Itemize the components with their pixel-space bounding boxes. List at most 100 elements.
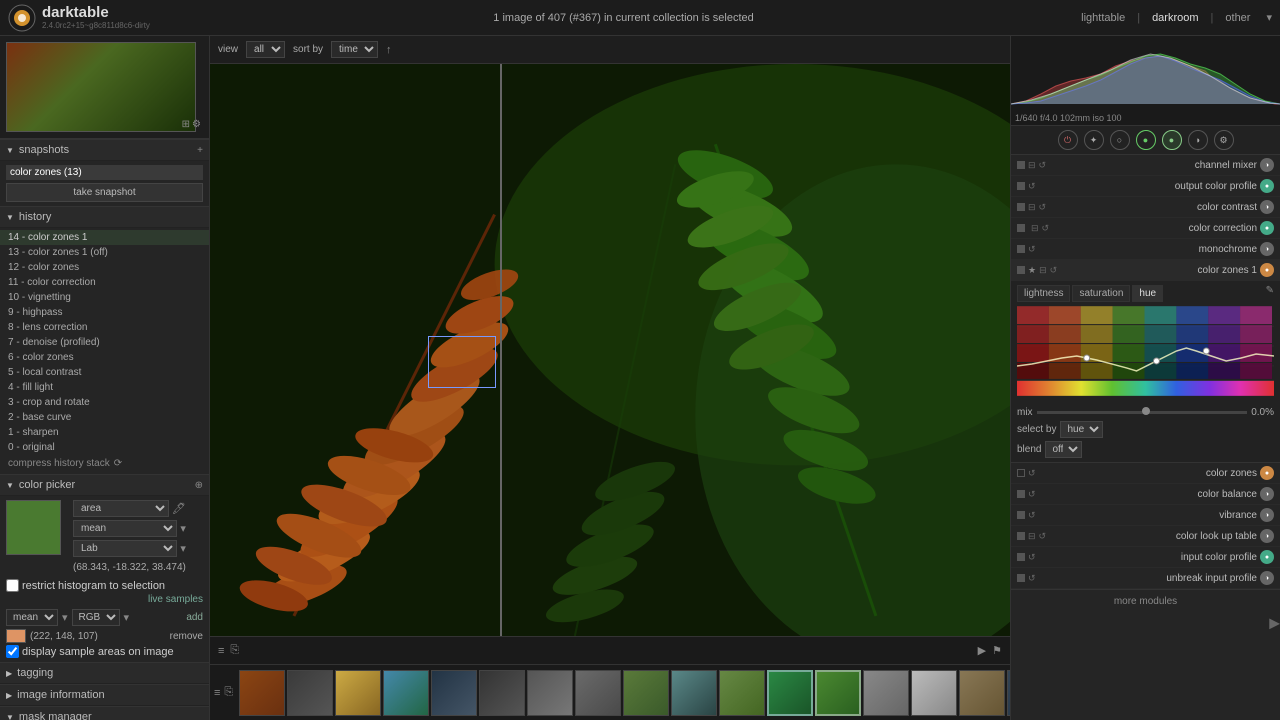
- history-item-0[interactable]: 14 - color zones 1: [0, 230, 209, 245]
- mask-manager-header[interactable]: ▼ mask manager: [0, 706, 209, 720]
- history-item-1[interactable]: 13 - color zones 1 (off): [0, 245, 209, 260]
- color-picker-settings-icon[interactable]: ⊕: [195, 480, 203, 491]
- film-thumb-5[interactable]: [431, 670, 477, 716]
- module-reset-color-zones-icon[interactable]: ↺: [1028, 468, 1036, 479]
- history-item-8[interactable]: 6 - color zones: [0, 350, 209, 365]
- film-thumb-1[interactable]: [239, 670, 285, 716]
- mix-slider-thumb[interactable]: [1142, 407, 1150, 415]
- film-thumb-2[interactable]: [287, 670, 333, 716]
- film-thumb-4[interactable]: [383, 670, 429, 716]
- blend-select[interactable]: off: [1045, 441, 1082, 458]
- module-name-vibrance[interactable]: vibrance: [1039, 510, 1257, 521]
- filmstrip-menu-icon[interactable]: ≡: [214, 687, 220, 699]
- color-picker-area-select[interactable]: area: [73, 500, 169, 517]
- nav-darkroom[interactable]: darkroom: [1148, 10, 1202, 26]
- color-picker-mean-select[interactable]: mean: [73, 520, 177, 537]
- module-reset-color-balance-icon[interactable]: ↺: [1028, 489, 1036, 500]
- module-reset-color-lut-icon[interactable]: ↺: [1039, 531, 1047, 542]
- module-icon-color-look-up-table[interactable]: ◑: [1260, 529, 1274, 543]
- module-power-icon[interactable]: ⏻: [1058, 130, 1078, 150]
- history-header[interactable]: ▼ history: [0, 206, 209, 228]
- module-reset-color-contrast-icon[interactable]: ↺: [1039, 202, 1047, 213]
- module-reset-color-correction-icon[interactable]: ↺: [1042, 223, 1050, 234]
- bottom-play-icon[interactable]: ▶: [978, 644, 986, 657]
- module-name-color-balance[interactable]: color balance: [1039, 489, 1257, 500]
- history-item-3[interactable]: 11 - color correction: [0, 275, 209, 290]
- module-icon-channel-mixer[interactable]: ◑: [1260, 158, 1274, 172]
- color-picker-lab-select[interactable]: Lab: [73, 540, 177, 557]
- display-sample-checkbox[interactable]: [6, 645, 19, 658]
- module-circle-icon[interactable]: ○: [1110, 130, 1130, 150]
- module-icon-output-color-profile[interactable]: ●: [1260, 179, 1274, 193]
- film-thumb-14[interactable]: [863, 670, 909, 716]
- film-thumb-10[interactable]: [671, 670, 717, 716]
- module-reset-channel-mixer-icon[interactable]: ↺: [1039, 160, 1047, 171]
- sort-direction-icon[interactable]: ↑: [386, 44, 392, 56]
- history-item-6[interactable]: 8 - lens correction: [0, 320, 209, 335]
- history-item-11[interactable]: 3 - crop and rotate: [0, 395, 209, 410]
- film-thumb-8[interactable]: [575, 670, 621, 716]
- module-name-color-contrast[interactable]: color contrast: [1049, 202, 1257, 213]
- nav-chevron-icon[interactable]: ▾: [1266, 11, 1272, 24]
- module-enable-unbreak-input-profile[interactable]: [1017, 574, 1025, 582]
- color-zones-edit-icon[interactable]: ✎: [1266, 285, 1274, 302]
- module-enable-output-color-profile[interactable]: [1017, 182, 1025, 190]
- module-icon-unbreak-input-profile[interactable]: ◑: [1260, 571, 1274, 585]
- module-name-color-zones[interactable]: color zones: [1039, 468, 1257, 479]
- film-thumb-11[interactable]: [719, 670, 765, 716]
- sort-select[interactable]: time: [331, 41, 378, 58]
- history-item-13[interactable]: 1 - sharpen: [0, 425, 209, 440]
- select-by-select[interactable]: hue: [1060, 421, 1103, 438]
- color-picker-eyedropper-icon[interactable]: 🖊: [172, 502, 186, 515]
- thumb-expand-icon[interactable]: ⊞: [182, 119, 190, 130]
- module-multi-icon-color-lut[interactable]: ⊟: [1028, 531, 1036, 542]
- filmstrip-copy-icon[interactable]: ⎘: [224, 686, 233, 699]
- film-thumb-3[interactable]: [335, 670, 381, 716]
- history-item-9[interactable]: 5 - local contrast: [0, 365, 209, 380]
- color-picker-header[interactable]: ▼ color picker ⊕: [0, 474, 209, 496]
- module-name-color-correction[interactable]: color correction: [1052, 223, 1257, 234]
- module-reset-output-color-profile-icon[interactable]: ↺: [1028, 181, 1036, 192]
- module-enable-color-look-up-table[interactable]: [1017, 532, 1025, 540]
- thumb-settings-icon[interactable]: ⚙: [192, 119, 201, 130]
- add-sample-label[interactable]: add: [186, 612, 203, 623]
- filmstrip-icon[interactable]: ≡: [218, 645, 224, 657]
- view-select[interactable]: all: [246, 41, 285, 58]
- nav-other[interactable]: other: [1221, 10, 1254, 26]
- tab-saturation[interactable]: saturation: [1072, 285, 1130, 302]
- module-reset-monochrome-icon[interactable]: ↺: [1028, 244, 1036, 255]
- film-thumb-15[interactable]: [911, 670, 957, 716]
- module-reset-vibrance-icon[interactable]: ↺: [1028, 510, 1036, 521]
- compress-history-stack[interactable]: compress history stack ⟳: [0, 455, 209, 472]
- module-multi2-icon-color-correction[interactable]: ⊟: [1031, 223, 1039, 234]
- module-full-circle-icon[interactable]: ●: [1162, 130, 1182, 150]
- module-name-input-color-profile[interactable]: input color profile: [1039, 552, 1257, 563]
- module-enable-color-correction[interactable]: [1017, 224, 1025, 232]
- module-icon-input-color-profile[interactable]: ●: [1260, 550, 1274, 564]
- split-view-line[interactable]: [500, 64, 502, 636]
- module-name-color-zones-1[interactable]: color zones 1: [1060, 265, 1257, 276]
- module-icon-color-balance[interactable]: ◑: [1260, 487, 1274, 501]
- right-panel-expand-icon[interactable]: ▶: [1269, 615, 1280, 632]
- history-item-10[interactable]: 4 - fill light: [0, 380, 209, 395]
- restrict-histogram-checkbox[interactable]: [6, 579, 19, 592]
- film-thumb-13[interactable]: [815, 670, 861, 716]
- module-green-circle-icon[interactable]: ●: [1136, 130, 1156, 150]
- module-enable-channel-mixer[interactable]: [1017, 161, 1025, 169]
- copy-icon[interactable]: ⎘: [230, 644, 239, 657]
- module-enable-color-zones-1[interactable]: [1017, 266, 1025, 274]
- history-item-2[interactable]: 12 - color zones: [0, 260, 209, 275]
- module-name-monochrome[interactable]: monochrome: [1039, 244, 1257, 255]
- tab-hue[interactable]: hue: [1132, 285, 1163, 302]
- mean-type-select[interactable]: mean: [6, 609, 58, 626]
- module-reset-input-color-profile-icon[interactable]: ↺: [1028, 552, 1036, 563]
- mix-slider[interactable]: [1037, 411, 1248, 414]
- module-icon-color-contrast[interactable]: ◑: [1260, 200, 1274, 214]
- module-multi-icon-color-contrast[interactable]: ⊟: [1028, 202, 1036, 213]
- image-info-header[interactable]: ▶ image information: [0, 684, 209, 706]
- module-icon-monochrome[interactable]: ◑: [1260, 242, 1274, 256]
- module-icon-color-zones[interactable]: ●: [1260, 466, 1274, 480]
- film-thumb-6[interactable]: [479, 670, 525, 716]
- history-item-14[interactable]: 0 - original: [0, 440, 209, 455]
- module-reset-color-zones-1-icon[interactable]: ↺: [1050, 265, 1058, 276]
